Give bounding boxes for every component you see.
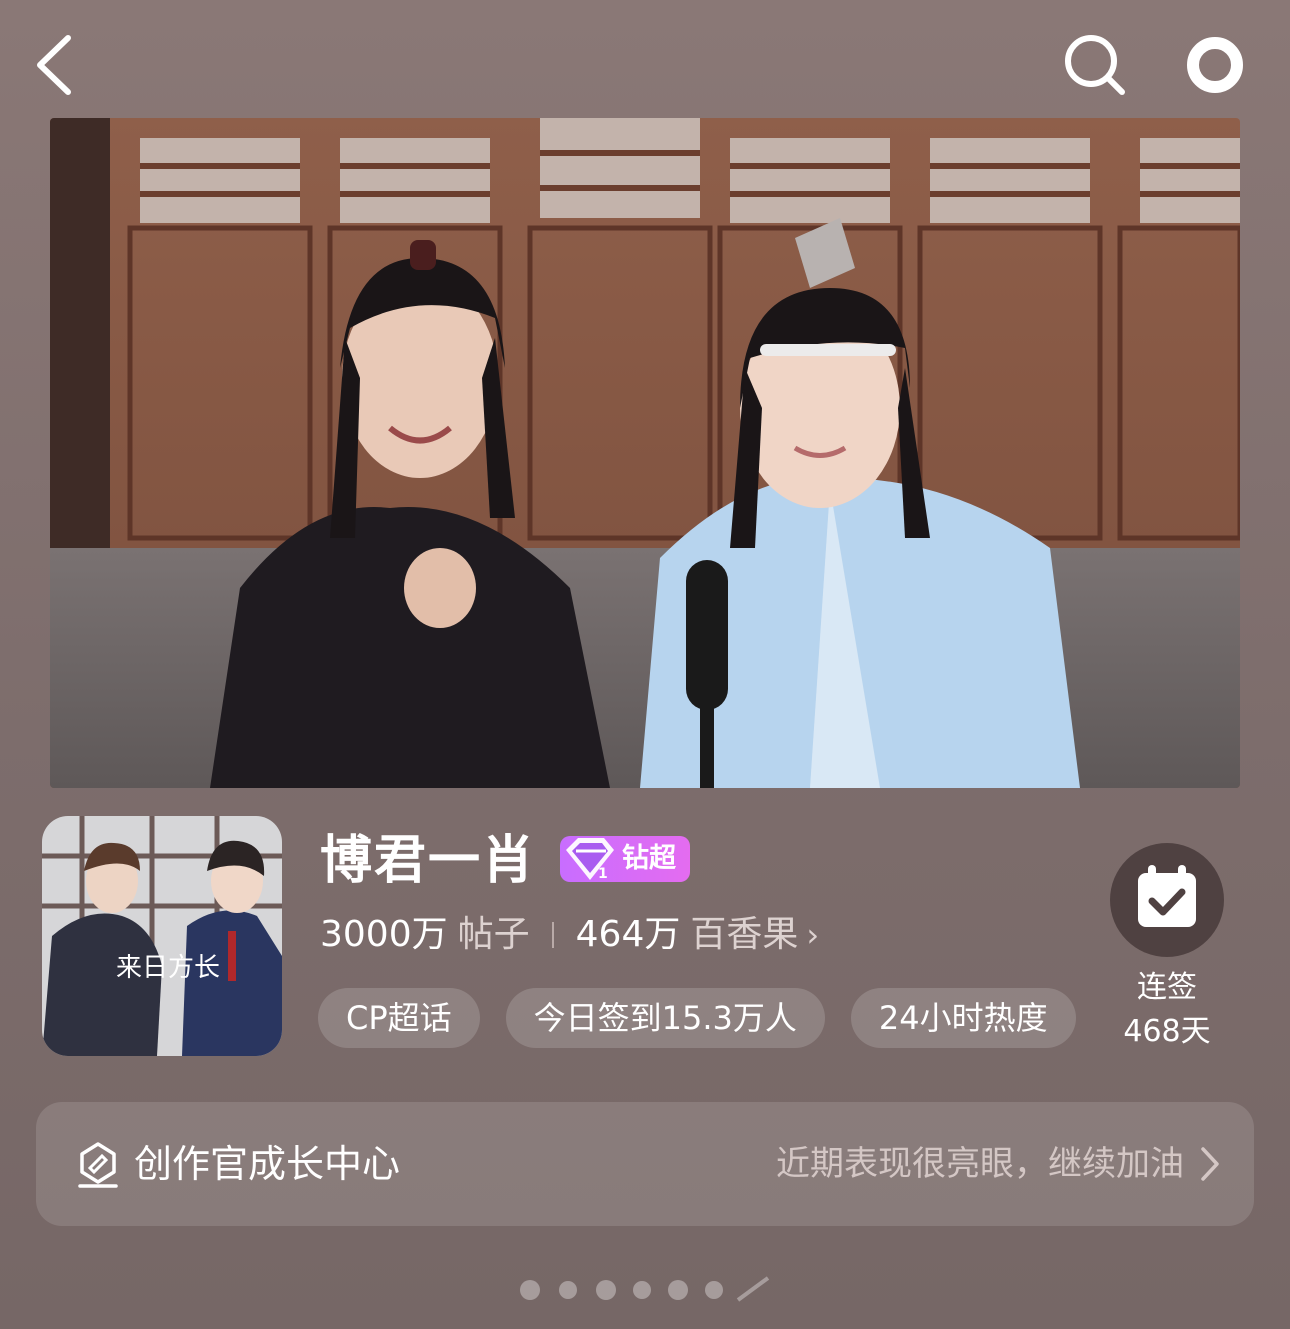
back-button[interactable] [30,30,90,100]
super-topic-badge: 1 钻超 [560,836,690,882]
fans-count[interactable]: 464万 [576,914,681,955]
badge-label: 钻超 [622,843,676,874]
tag-cp-topic[interactable]: CP超话 [318,988,480,1048]
diamond-icon: 1 [566,838,614,882]
svg-text:1: 1 [598,866,608,882]
more-button[interactable] [1182,32,1248,98]
chevron-right-icon[interactable]: › [806,916,819,954]
growth-title: 创作官成长中心 [134,1142,401,1186]
watermark [518,1272,772,1308]
topic-stats: 3000万 帖子 464万 百香果 › [320,910,819,960]
posts-label: 帖子 [457,914,530,955]
tag-24h-heat[interactable]: 24小时热度 [850,988,1076,1048]
creator-growth-center[interactable]: 创作官成长中心 近期表现很亮眼，继续加油 [36,1102,1254,1226]
calendar-check-icon [1138,865,1196,927]
avatar-photo: 来日方长 [42,816,282,1056]
chevron-right-icon [1201,1147,1219,1181]
avatar-caption: 来日方长 [116,953,220,983]
top-nav-bar [0,0,1290,118]
checkin-label: 连签 [1137,970,1197,1005]
checkin-days: 468天 [1123,1014,1211,1049]
topic-title: 博君一肖 [320,831,537,891]
topic-avatar[interactable]: 来日方长 [42,816,282,1056]
ring-icon [1187,37,1243,93]
fans-label[interactable]: 百香果 [690,914,798,955]
topic-tags: CP超话 今日签到15.3万人 24小时热度 [318,988,1098,1048]
tag-checkin-today[interactable]: 今日签到15.3万人 [505,988,825,1048]
stats-divider [551,922,554,948]
search-button[interactable] [1062,32,1128,98]
creator-badge-icon [78,1142,118,1188]
search-icon [1065,35,1125,95]
banner-photo [50,118,1240,788]
watermark-mark [520,1276,770,1302]
posts-count: 3000万 [320,914,448,955]
checkin-streak: 连签 468天 [1100,966,1234,1054]
chevron-left-icon [37,35,71,95]
topic-banner-image[interactable] [50,118,1240,788]
growth-subtitle: 近期表现很亮眼，继续加油 [776,1144,1184,1184]
checkin-button[interactable] [1110,843,1224,957]
